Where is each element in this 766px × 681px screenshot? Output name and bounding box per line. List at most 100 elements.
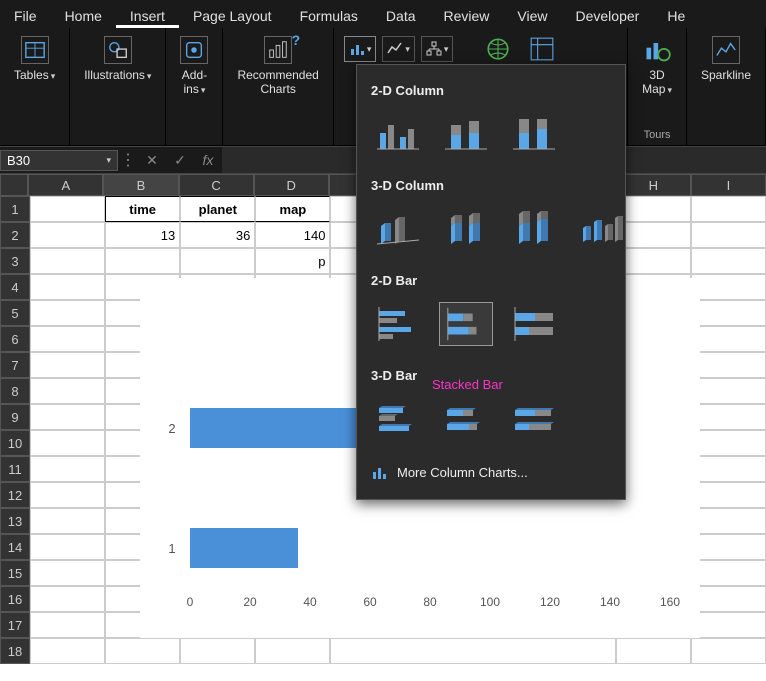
tab-developer[interactable]: Developer xyxy=(562,4,654,28)
recommended-charts-button[interactable]: ? Recommended Charts xyxy=(229,32,326,100)
cell[interactable] xyxy=(691,612,766,638)
hierarchy-chart-dropdown[interactable]: ▾ xyxy=(421,36,454,62)
cell[interactable] xyxy=(691,222,766,248)
addins-button[interactable]: Add- ins▾ xyxy=(172,32,216,101)
cell[interactable] xyxy=(691,274,766,300)
cell[interactable] xyxy=(180,248,255,274)
clustered-column-option[interactable] xyxy=(371,112,425,156)
tables-button[interactable]: Tables▾ xyxy=(6,32,63,87)
name-box[interactable]: B30▾ xyxy=(0,150,118,171)
cell[interactable] xyxy=(691,508,766,534)
stacked-column-option[interactable] xyxy=(439,112,493,156)
stacked-bar-option[interactable] xyxy=(439,302,493,346)
col-header-a[interactable]: A xyxy=(28,174,103,196)
row-header-12[interactable]: 12 xyxy=(0,482,30,508)
maps-button[interactable] xyxy=(479,36,517,62)
3d-clustered-column-option[interactable] xyxy=(371,207,425,251)
cell[interactable] xyxy=(30,456,105,482)
3d-column-option[interactable] xyxy=(575,207,629,251)
cell[interactable] xyxy=(30,378,105,404)
row-header-15[interactable]: 15 xyxy=(0,560,30,586)
illustrations-button[interactable]: Illustrations▾ xyxy=(76,32,159,87)
tab-formulas[interactable]: Formulas xyxy=(286,4,372,28)
cell[interactable] xyxy=(30,534,105,560)
tab-review[interactable]: Review xyxy=(430,4,504,28)
row-header-10[interactable]: 10 xyxy=(0,430,30,456)
cell[interactable]: time xyxy=(105,196,180,222)
cell[interactable] xyxy=(691,352,766,378)
cell[interactable] xyxy=(691,482,766,508)
cell[interactable] xyxy=(255,638,330,664)
cell[interactable] xyxy=(30,612,105,638)
row-header-3[interactable]: 3 xyxy=(0,248,30,274)
3d-clustered-bar-option[interactable] xyxy=(371,397,425,441)
cell[interactable] xyxy=(30,222,105,248)
row-header-16[interactable]: 16 xyxy=(0,586,30,612)
col-header-d[interactable]: D xyxy=(254,174,329,196)
cell[interactable] xyxy=(30,482,105,508)
cell[interactable] xyxy=(691,560,766,586)
cancel-formula-button[interactable]: ✕ xyxy=(138,152,166,169)
3d-stacked-bar-option[interactable] xyxy=(439,397,493,441)
tab-data[interactable]: Data xyxy=(372,4,430,28)
cell[interactable] xyxy=(30,508,105,534)
cell[interactable] xyxy=(30,326,105,352)
cell[interactable] xyxy=(30,196,105,222)
tab-help[interactable]: He xyxy=(653,4,699,28)
fx-button[interactable]: fx xyxy=(194,152,222,168)
col-header-c[interactable]: C xyxy=(179,174,254,196)
column-chart-dropdown[interactable]: ▾ xyxy=(344,36,377,62)
cell[interactable] xyxy=(30,274,105,300)
cell[interactable] xyxy=(691,378,766,404)
100pct-stacked-column-option[interactable] xyxy=(507,112,561,156)
cell[interactable] xyxy=(30,404,105,430)
cell[interactable]: p xyxy=(255,248,330,274)
cell[interactable] xyxy=(105,638,180,664)
3d-100pct-stacked-bar-option[interactable] xyxy=(507,397,561,441)
row-header-14[interactable]: 14 xyxy=(0,534,30,560)
row-header-2[interactable]: 2 xyxy=(0,222,30,248)
3d-stacked-column-option[interactable] xyxy=(439,207,493,251)
pivot-chart-button[interactable] xyxy=(523,36,561,62)
cell[interactable] xyxy=(691,300,766,326)
row-header-8[interactable]: 8 xyxy=(0,378,30,404)
row-header-11[interactable]: 11 xyxy=(0,456,30,482)
cell[interactable] xyxy=(30,248,105,274)
cell[interactable] xyxy=(691,404,766,430)
cell[interactable] xyxy=(180,638,255,664)
100pct-stacked-bar-option[interactable] xyxy=(507,302,561,346)
cell[interactable] xyxy=(691,586,766,612)
tab-home[interactable]: Home xyxy=(51,4,116,28)
row-header-4[interactable]: 4 xyxy=(0,274,30,300)
row-header-1[interactable]: 1 xyxy=(0,196,30,222)
tab-view[interactable]: View xyxy=(503,4,561,28)
cell[interactable] xyxy=(691,638,766,664)
cell[interactable]: 36 xyxy=(180,222,255,248)
cell[interactable] xyxy=(691,248,766,274)
cell[interactable] xyxy=(616,248,691,274)
clustered-bar-option[interactable] xyxy=(371,302,425,346)
col-header-b[interactable]: B xyxy=(103,174,178,196)
cell[interactable] xyxy=(30,430,105,456)
cell[interactable] xyxy=(330,638,615,664)
sparklines-button[interactable]: Sparkline xyxy=(693,32,759,86)
cell[interactable] xyxy=(691,430,766,456)
cell[interactable]: 13 xyxy=(105,222,180,248)
cell[interactable] xyxy=(30,300,105,326)
cell[interactable]: 140 xyxy=(255,222,330,248)
cell[interactable] xyxy=(30,586,105,612)
cell[interactable] xyxy=(691,456,766,482)
more-column-charts-link[interactable]: More Column Charts... xyxy=(367,455,615,489)
select-all-corner[interactable] xyxy=(0,174,28,196)
line-chart-dropdown[interactable]: ▾ xyxy=(382,36,415,62)
cell[interactable] xyxy=(30,352,105,378)
row-header-17[interactable]: 17 xyxy=(0,612,30,638)
cell[interactable] xyxy=(105,248,180,274)
cell[interactable]: map xyxy=(255,196,330,222)
cell[interactable] xyxy=(691,534,766,560)
cell[interactable] xyxy=(691,326,766,352)
col-header-i[interactable]: I xyxy=(691,174,766,196)
map3d-button[interactable]: 3D Map▾ xyxy=(634,32,680,101)
tab-page-layout[interactable]: Page Layout xyxy=(179,4,286,28)
row-header-18[interactable]: 18 xyxy=(0,638,30,664)
